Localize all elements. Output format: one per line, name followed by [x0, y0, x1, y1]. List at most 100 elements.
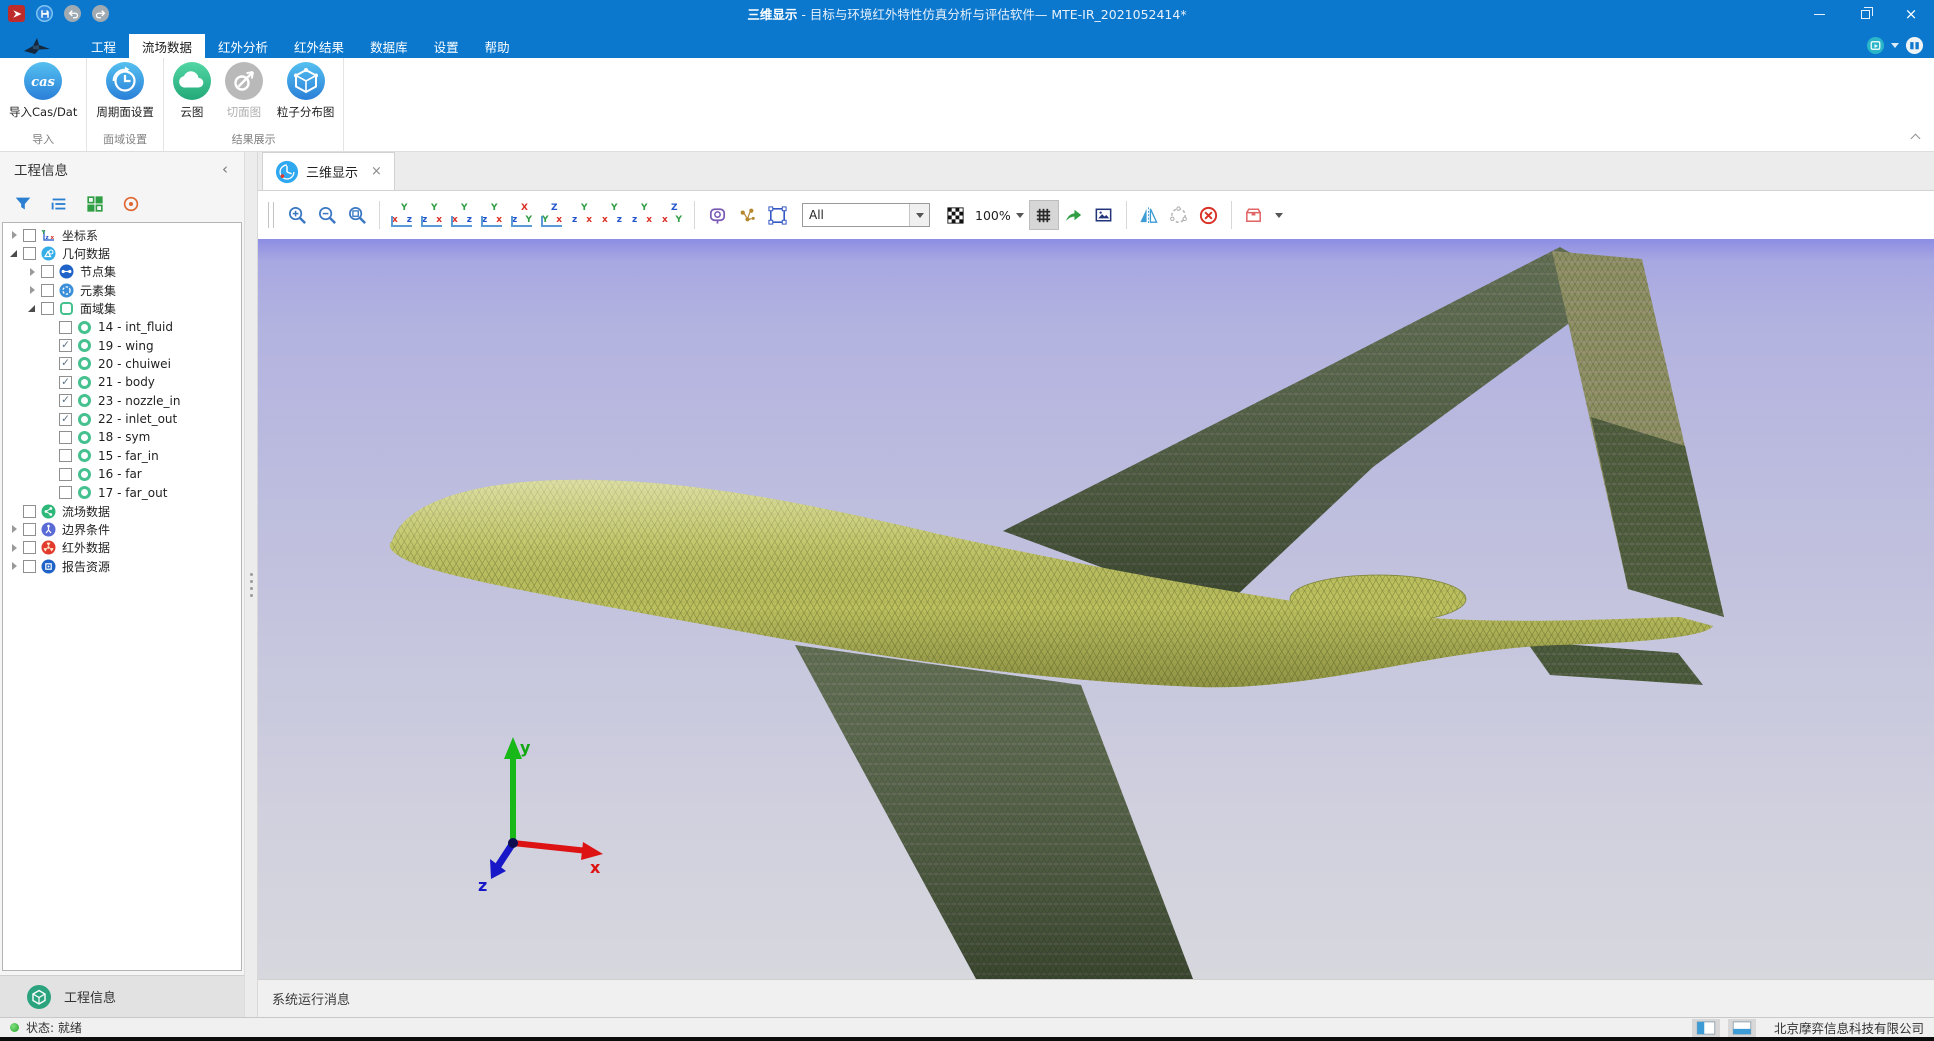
select-rect-button[interactable]: [762, 200, 792, 230]
combo-arrow-icon[interactable]: [909, 204, 929, 226]
tree-checkbox[interactable]: [23, 541, 36, 554]
menu-item[interactable]: 设置: [421, 34, 472, 58]
opacity-pattern-button[interactable]: [940, 200, 970, 230]
tree-expander-icon[interactable]: [9, 542, 20, 553]
panel-collapse-button[interactable]: ‹: [216, 160, 234, 178]
chevron-down-icon[interactable]: [1891, 43, 1899, 48]
tree-item[interactable]: 16 - far: [3, 465, 241, 483]
minimize-button[interactable]: [1796, 0, 1842, 28]
tree-checkbox[interactable]: ✓: [59, 376, 72, 389]
view-iso-3-button[interactable]: Yzx: [627, 200, 657, 230]
tree-item[interactable]: Yzx坐标系: [3, 226, 241, 244]
zoom-window-button[interactable]: [342, 200, 372, 230]
tree-item[interactable]: ✓21 - body: [3, 373, 241, 391]
tree-item[interactable]: ✓20 - chuiwei: [3, 355, 241, 373]
snapshot-button[interactable]: [1089, 200, 1119, 230]
tree-item[interactable]: 节点集: [3, 263, 241, 281]
tree-checkbox[interactable]: [41, 284, 54, 297]
ribbon-collapse-button[interactable]: [1908, 131, 1922, 143]
contour-map-button[interactable]: 云图: [166, 62, 218, 120]
tree-checkbox[interactable]: [59, 468, 72, 481]
zoom-level-dropdown[interactable]: 100%: [970, 208, 1029, 223]
view-iso-1-button[interactable]: Yzx: [567, 200, 597, 230]
tree-expander-icon[interactable]: [9, 524, 20, 535]
tree-item[interactable]: 17 - far_out: [3, 483, 241, 501]
tree-checkbox[interactable]: ✓: [59, 357, 72, 370]
tree-checkbox[interactable]: ✓: [59, 413, 72, 426]
box-tool-dropdown[interactable]: [1269, 200, 1289, 230]
tree-checkbox[interactable]: [23, 505, 36, 518]
export-view-button[interactable]: [1059, 200, 1089, 230]
tree-expander-icon[interactable]: [9, 561, 20, 572]
zoom-in-button[interactable]: [282, 200, 312, 230]
view-front-button[interactable]: Yxz: [447, 200, 477, 230]
tree-checkbox[interactable]: [23, 229, 36, 242]
import-casdat-button[interactable]: cas 导入Cas/Dat: [2, 62, 84, 120]
view-bottom-button[interactable]: ZYx: [537, 200, 567, 230]
box-tool-button[interactable]: [1239, 200, 1269, 230]
mirror-button[interactable]: [1134, 200, 1164, 230]
particle-trace-button[interactable]: [732, 200, 762, 230]
menu-item[interactable]: 红外分析: [205, 34, 281, 58]
tree-item[interactable]: 18 - sym: [3, 428, 241, 446]
tree-checkbox[interactable]: ✓: [59, 394, 72, 407]
tree-checkbox[interactable]: [41, 302, 54, 315]
menu-item[interactable]: 工程: [78, 34, 129, 58]
tree-item[interactable]: 流场数据: [3, 502, 241, 520]
layout-split-button[interactable]: [1692, 1019, 1720, 1037]
view-left-button[interactable]: Yxz: [387, 200, 417, 230]
tree-expander-icon[interactable]: [27, 266, 38, 277]
help-book-button[interactable]: [1905, 36, 1924, 55]
zoom-out-button[interactable]: [312, 200, 342, 230]
tree-expander-icon[interactable]: [27, 303, 38, 314]
tree-item[interactable]: 几何数据: [3, 244, 241, 262]
outline-button[interactable]: [48, 193, 70, 215]
grid-view-button[interactable]: [84, 193, 106, 215]
tree-checkbox[interactable]: [59, 431, 72, 444]
tree-checkbox[interactable]: [59, 321, 72, 334]
tree-expander-icon[interactable]: [9, 248, 20, 259]
tree-item[interactable]: ✓19 - wing: [3, 336, 241, 354]
menu-item[interactable]: 数据库: [357, 34, 421, 58]
tree-item[interactable]: 面域集: [3, 300, 241, 318]
tree-item[interactable]: 14 - int_fluid: [3, 318, 241, 336]
tree-checkbox[interactable]: [23, 523, 36, 536]
particle-distribution-button[interactable]: 粒子分布图: [270, 62, 342, 120]
tree-item[interactable]: 元素集: [3, 281, 241, 299]
view-top-button[interactable]: XzY: [507, 200, 537, 230]
menu-item[interactable]: 帮助: [472, 34, 523, 58]
menu-item[interactable]: 红外结果: [281, 34, 357, 58]
tree-checkbox[interactable]: [41, 265, 54, 278]
tree-expander-icon[interactable]: [27, 285, 38, 296]
tree-checkbox[interactable]: ✓: [59, 339, 72, 352]
tree-item[interactable]: 红外数据: [3, 539, 241, 557]
tree-item[interactable]: ✓22 - inlet_out: [3, 410, 241, 428]
camera-button[interactable]: [702, 200, 732, 230]
view-iso-2-button[interactable]: Yxz: [597, 200, 627, 230]
layout-bottom-button[interactable]: [1728, 1019, 1756, 1037]
delete-button[interactable]: [1194, 200, 1224, 230]
periodic-face-button[interactable]: 周期面设置: [89, 62, 161, 120]
viewport-3d[interactable]: y x z: [258, 239, 1934, 979]
tree-item[interactable]: 报告资源: [3, 557, 241, 575]
tree-item[interactable]: ✓23 - nozzle_in: [3, 392, 241, 410]
display-filter-combo[interactable]: All: [802, 203, 930, 227]
filter-button[interactable]: [12, 193, 34, 215]
tree-expander-icon[interactable]: [9, 230, 20, 241]
tab-close-icon[interactable]: ×: [371, 164, 382, 179]
maximize-button[interactable]: [1842, 0, 1888, 28]
menu-item[interactable]: 流场数据: [129, 34, 205, 58]
tab-3d-display[interactable]: 三维显示 ×: [262, 152, 395, 190]
tree-item[interactable]: 15 - far_in: [3, 447, 241, 465]
view-back-button[interactable]: Yzx: [477, 200, 507, 230]
theme-button[interactable]: [1866, 36, 1885, 55]
view-right-button[interactable]: Yzx: [417, 200, 447, 230]
tree-item[interactable]: 边界条件: [3, 520, 241, 538]
view-iso-4-button[interactable]: ZxY: [657, 200, 687, 230]
tree-checkbox[interactable]: [23, 247, 36, 260]
tree-checkbox[interactable]: [59, 449, 72, 462]
close-button[interactable]: ×: [1888, 0, 1934, 28]
tree-checkbox[interactable]: [59, 486, 72, 499]
lasso-button[interactable]: [1164, 200, 1194, 230]
panel-splitter[interactable]: [245, 152, 258, 1017]
